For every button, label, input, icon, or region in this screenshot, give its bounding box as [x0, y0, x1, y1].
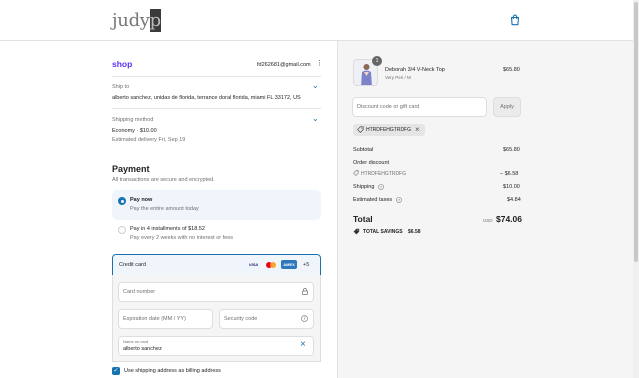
divider: [112, 108, 321, 109]
taxes-value: $4.84: [507, 197, 521, 203]
product-variant: Very Peri / M: [385, 75, 411, 80]
total-currency: USD: [483, 218, 493, 223]
shopping-bag-icon[interactable]: [509, 14, 521, 26]
tag-icon: [353, 170, 359, 176]
product-price: $65.80: [503, 67, 520, 73]
total-value: $74.06: [496, 214, 522, 224]
tag-icon: [353, 228, 360, 235]
divider: [112, 76, 321, 77]
subtotal-label: Subtotal: [353, 147, 374, 153]
shop-pay-label: shop: [112, 59, 133, 69]
amex-icon: AMEX: [281, 260, 297, 269]
total-label: Total: [353, 214, 373, 224]
discount-code-label: HTRDFEHGTRDFG: [361, 171, 406, 177]
total-savings-label: TOTAL SAVINGS: [363, 229, 403, 235]
svg-text:?: ?: [380, 184, 382, 189]
svg-text:?: ?: [398, 197, 400, 202]
logo-text: judy: [112, 10, 150, 31]
security-code-placeholder: Security code: [224, 316, 258, 322]
name-on-card-label: Name on card: [123, 339, 149, 344]
radio-unselected[interactable]: [118, 226, 126, 234]
help-icon[interactable]: ?: [301, 315, 308, 322]
discount-value: – $6.58: [500, 171, 519, 177]
pay-now-title: Pay now: [130, 197, 153, 203]
chevron-down-icon[interactable]: ⌄: [312, 81, 319, 90]
shipping-method-label: Shipping method: [112, 117, 154, 123]
total-savings-value: $6.58: [408, 229, 421, 235]
apply-button[interactable]: Apply: [493, 97, 521, 117]
remove-code-icon[interactable]: ×: [415, 125, 420, 134]
shipping-label: Shipping: [353, 184, 375, 190]
checkbox-checked-icon[interactable]: ✓: [112, 367, 120, 375]
shipping-method-value: Economy · $10.00: [112, 128, 157, 134]
discount-placeholder: Discount code or gift card: [357, 104, 420, 110]
installments-desc: Pay every 2 weeks with no interest or fe…: [130, 235, 234, 241]
ship-to-address: alberto sanchez, unidas de florida, terr…: [112, 95, 301, 101]
name-on-card-value: alberto sanchez: [123, 346, 162, 352]
subtotal-value: $65.80: [503, 147, 520, 153]
lock-icon: [302, 288, 308, 295]
pay-now-desc: Pay the entire amount today: [130, 206, 199, 212]
contact-email: fd262681@gmail.com: [257, 62, 311, 68]
ship-to-label: Ship to: [112, 84, 130, 90]
payment-subtitle: All transactions are secure and encrypte…: [112, 177, 215, 183]
taxes-label: Estimated taxes: [353, 197, 393, 203]
tag-icon: [357, 126, 364, 133]
credit-card-label: Credit card: [119, 262, 146, 268]
shipping-value: $10.00: [503, 184, 520, 190]
expiry-placeholder: Expiration date (MM / YY): [123, 316, 186, 322]
visa-icon: VISA: [248, 262, 259, 267]
applied-code-text: HTRDFEHGTRDFG: [366, 127, 411, 133]
delivery-estimate: Estimated delivery Fri, Sep 19: [112, 137, 186, 143]
product-name: Deborah 3/4 V-Neck Top: [385, 67, 445, 73]
radio-selected[interactable]: [118, 197, 126, 205]
order-discount-label: Order discount: [353, 160, 390, 166]
clear-icon[interactable]: ×: [300, 339, 306, 350]
kebab-icon[interactable]: ⋮: [316, 60, 323, 68]
installments-title[interactable]: Pay in 4 installments of $18.52: [130, 226, 205, 232]
billing-address-label[interactable]: Use shipping address as billing address: [124, 368, 221, 374]
order-summary-panel: [337, 41, 633, 378]
scrollbar-thumb[interactable]: [634, 2, 638, 262]
store-logo[interactable]: judy p: [112, 9, 161, 32]
more-brands: +5: [303, 262, 310, 268]
help-icon[interactable]: ?: [378, 184, 384, 190]
mastercard-icon: mastercard: [264, 260, 278, 269]
logo-block: p: [149, 9, 162, 32]
help-icon[interactable]: ?: [396, 197, 402, 203]
top-header: [0, 0, 639, 41]
chevron-down-icon[interactable]: ⌄: [312, 114, 319, 123]
pay-now-option[interactable]: [112, 190, 321, 220]
card-number-placeholder: Card number: [123, 289, 156, 295]
quantity-badge: 1: [372, 56, 382, 66]
payment-title: Payment: [112, 164, 150, 174]
